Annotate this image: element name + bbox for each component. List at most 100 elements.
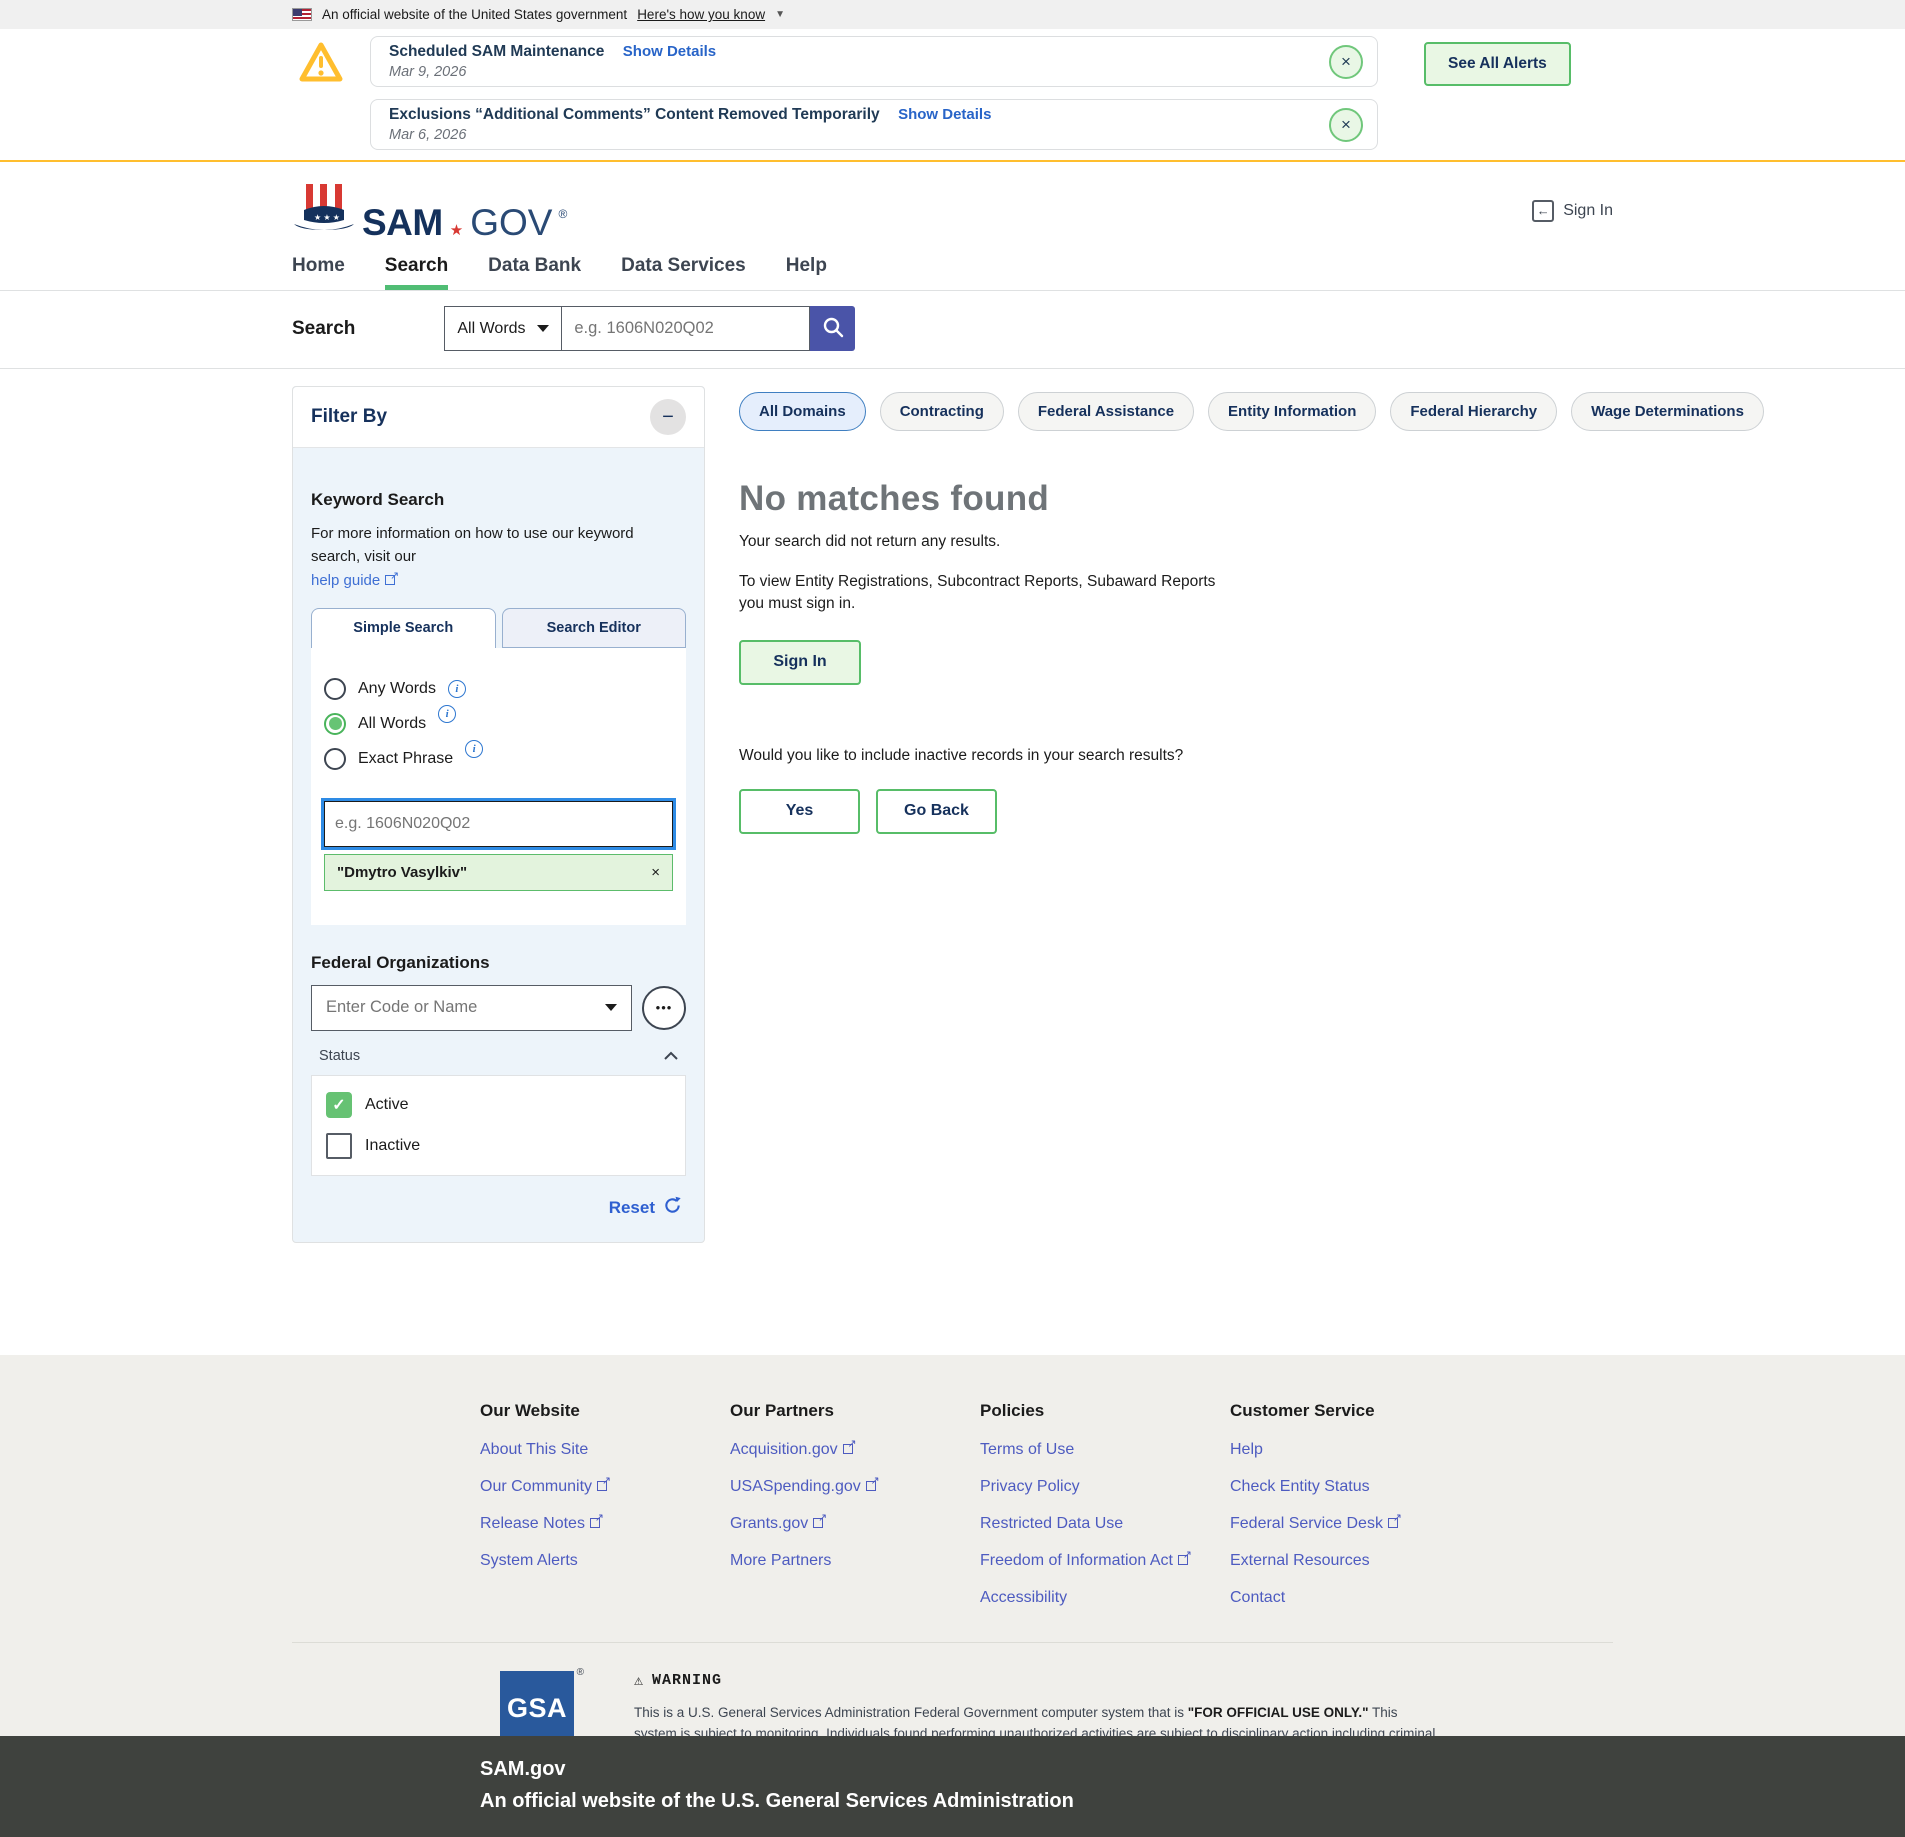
search-submit-button[interactable] bbox=[810, 306, 855, 351]
tab-simple-search[interactable]: Simple Search bbox=[311, 608, 496, 648]
footer-link-privacy-policy[interactable]: Privacy Policy bbox=[980, 1478, 1230, 1496]
filter-title: Filter By bbox=[311, 406, 387, 428]
domain-pill-wage-determinations[interactable]: Wage Determinations bbox=[1571, 392, 1764, 431]
keyword-search-heading: Keyword Search bbox=[311, 490, 686, 510]
caret-down-icon[interactable] bbox=[605, 1004, 617, 1011]
footer-link-about-this-site[interactable]: About This Site bbox=[480, 1441, 730, 1459]
see-all-alerts-button[interactable]: See All Alerts bbox=[1424, 42, 1571, 86]
active-checkbox[interactable]: ✓ bbox=[326, 1092, 352, 1118]
footer-link-accessibility[interactable]: Accessibility bbox=[980, 1589, 1230, 1607]
footer-link-acquisition-gov[interactable]: Acquisition.gov bbox=[730, 1441, 980, 1459]
gov-banner-text: An official website of the United States… bbox=[322, 7, 627, 22]
main-content: Filter By − Keyword Search For more info… bbox=[0, 369, 1905, 1243]
any-words-label: Any Words bbox=[358, 680, 436, 698]
status-inactive-row[interactable]: Inactive bbox=[326, 1133, 671, 1159]
alert-close-button[interactable]: × bbox=[1329, 108, 1363, 142]
footer-link-terms-of-use[interactable]: Terms of Use bbox=[980, 1441, 1230, 1459]
footer-link-external-resources[interactable]: External Resources bbox=[1230, 1552, 1480, 1570]
external-link-icon bbox=[866, 1481, 876, 1491]
status-checkbox-group: ✓ Active Inactive bbox=[311, 1075, 686, 1176]
any-words-radio[interactable] bbox=[324, 678, 346, 700]
footer-link-check-entity-status[interactable]: Check Entity Status bbox=[1230, 1478, 1480, 1496]
header-sign-in-link[interactable]: ← Sign In bbox=[1532, 200, 1613, 222]
keyword-search-input[interactable] bbox=[324, 801, 673, 847]
domain-pill-federal-hierarchy[interactable]: Federal Hierarchy bbox=[1390, 392, 1557, 431]
inactive-checkbox[interactable] bbox=[326, 1133, 352, 1159]
gov-banner: An official website of the United States… bbox=[0, 0, 1905, 29]
reset-icon[interactable] bbox=[663, 1196, 682, 1220]
status-active-row[interactable]: ✓ Active bbox=[326, 1092, 671, 1118]
sign-in-arrow-icon: ← bbox=[1532, 200, 1554, 222]
federal-org-input[interactable] bbox=[326, 998, 605, 1017]
go-back-button[interactable]: Go Back bbox=[876, 789, 997, 834]
domain-pill-all-domains[interactable]: All Domains bbox=[739, 392, 866, 431]
radio-row-all-words: All Words i bbox=[324, 713, 673, 735]
external-link-icon bbox=[1388, 1518, 1398, 1528]
alert-close-button[interactable]: × bbox=[1329, 45, 1363, 79]
all-words-radio[interactable] bbox=[324, 713, 346, 735]
footer-link-system-alerts[interactable]: System Alerts bbox=[480, 1552, 730, 1570]
footer-col-our-partners: Our Partners Acquisition.gov USASpending… bbox=[730, 1401, 980, 1626]
yes-button[interactable]: Yes bbox=[739, 789, 860, 834]
footer-link-help[interactable]: Help bbox=[1230, 1441, 1480, 1459]
alert-card: Exclusions “Additional Comments” Content… bbox=[370, 99, 1378, 150]
domain-pill-federal-assistance[interactable]: Federal Assistance bbox=[1018, 392, 1194, 431]
status-section-header[interactable]: Status bbox=[319, 1047, 678, 1065]
logo-star-icon: ★ bbox=[450, 221, 463, 239]
reset-row: Reset bbox=[311, 1196, 686, 1220]
help-guide-link[interactable]: help guide bbox=[311, 572, 395, 589]
gsa-registered-mark: ® bbox=[577, 1667, 584, 1678]
top-search-input[interactable] bbox=[562, 306, 810, 351]
nav-item-search[interactable]: Search bbox=[385, 255, 448, 277]
site-footer: Our Website About This Site Our Communit… bbox=[0, 1355, 1905, 1736]
show-details-link[interactable]: Show Details bbox=[623, 43, 716, 60]
nav-item-home[interactable]: Home bbox=[292, 255, 345, 277]
federal-org-combobox[interactable] bbox=[311, 985, 632, 1031]
show-details-link[interactable]: Show Details bbox=[898, 106, 991, 123]
sign-in-button[interactable]: Sign In bbox=[739, 640, 861, 685]
tab-search-editor[interactable]: Search Editor bbox=[502, 608, 687, 648]
domain-pill-contracting[interactable]: Contracting bbox=[880, 392, 1004, 431]
filter-header: Filter By − bbox=[293, 387, 704, 448]
exact-phrase-label: Exact Phrase bbox=[358, 750, 453, 768]
how-you-know-link[interactable]: Here's how you know bbox=[637, 7, 765, 22]
nav-item-data-bank[interactable]: Data Bank bbox=[488, 255, 581, 277]
footer-link-federal-service-desk[interactable]: Federal Service Desk bbox=[1230, 1515, 1480, 1533]
footer-link-restricted-data-use[interactable]: Restricted Data Use bbox=[980, 1515, 1230, 1533]
footer-agency-line: An official website of the U.S. General … bbox=[480, 1790, 1613, 1813]
footer-col-policies: Policies Terms of Use Privacy Policy Res… bbox=[980, 1401, 1230, 1626]
footer-link-foia[interactable]: Freedom of Information Act bbox=[980, 1552, 1230, 1570]
footer-link-usaspending-gov[interactable]: USASpending.gov bbox=[730, 1478, 980, 1496]
info-icon[interactable]: i bbox=[448, 680, 466, 698]
footer-link-grants-gov[interactable]: Grants.gov bbox=[730, 1515, 980, 1533]
nav-item-data-services[interactable]: Data Services bbox=[621, 255, 746, 277]
sam-gov-logo[interactable]: ★ ★ ★ SAM ★ GOV ® bbox=[292, 182, 567, 239]
info-icon[interactable]: i bbox=[438, 705, 456, 723]
footer-link-release-notes[interactable]: Release Notes bbox=[480, 1515, 730, 1533]
domain-pill-entity-information[interactable]: Entity Information bbox=[1208, 392, 1376, 431]
keyword-chip-label: "Dmytro Vasylkiv" bbox=[337, 864, 467, 881]
footer-link-contact[interactable]: Contact bbox=[1230, 1589, 1480, 1607]
reset-filters-link[interactable]: Reset bbox=[609, 1198, 655, 1218]
minus-icon: − bbox=[662, 406, 674, 428]
footer-heading: Policies bbox=[980, 1401, 1230, 1421]
filter-panel: Filter By − Keyword Search For more info… bbox=[292, 386, 705, 1243]
org-browse-button[interactable]: ••• bbox=[642, 986, 686, 1030]
site-header: ★ ★ ★ SAM ★ GOV ® ← Sign In bbox=[0, 162, 1905, 249]
info-icon[interactable]: i bbox=[465, 740, 483, 758]
identity-footer: SAM.gov An official website of the U.S. … bbox=[0, 1736, 1905, 1837]
chevron-up-icon bbox=[664, 1047, 678, 1065]
footer-link-more-partners[interactable]: More Partners bbox=[730, 1552, 980, 1570]
uncle-sam-hat-icon: ★ ★ ★ bbox=[292, 182, 356, 239]
footer-link-our-community[interactable]: Our Community bbox=[480, 1478, 730, 1496]
search-mode-select[interactable]: All Words bbox=[444, 306, 562, 351]
chip-close-icon[interactable]: × bbox=[651, 864, 660, 881]
sign-in-required-text: To view Entity Registrations, Subcontrac… bbox=[739, 571, 1239, 616]
inactive-label: Inactive bbox=[365, 1137, 420, 1155]
nav-item-help[interactable]: Help bbox=[786, 255, 827, 277]
alert-date: Mar 9, 2026 bbox=[389, 64, 716, 80]
logo-registered-mark: ® bbox=[558, 207, 567, 221]
keyword-info-text: For more information on how to use our k… bbox=[311, 522, 686, 592]
collapse-filters-button[interactable]: − bbox=[650, 399, 686, 435]
exact-phrase-radio[interactable] bbox=[324, 748, 346, 770]
